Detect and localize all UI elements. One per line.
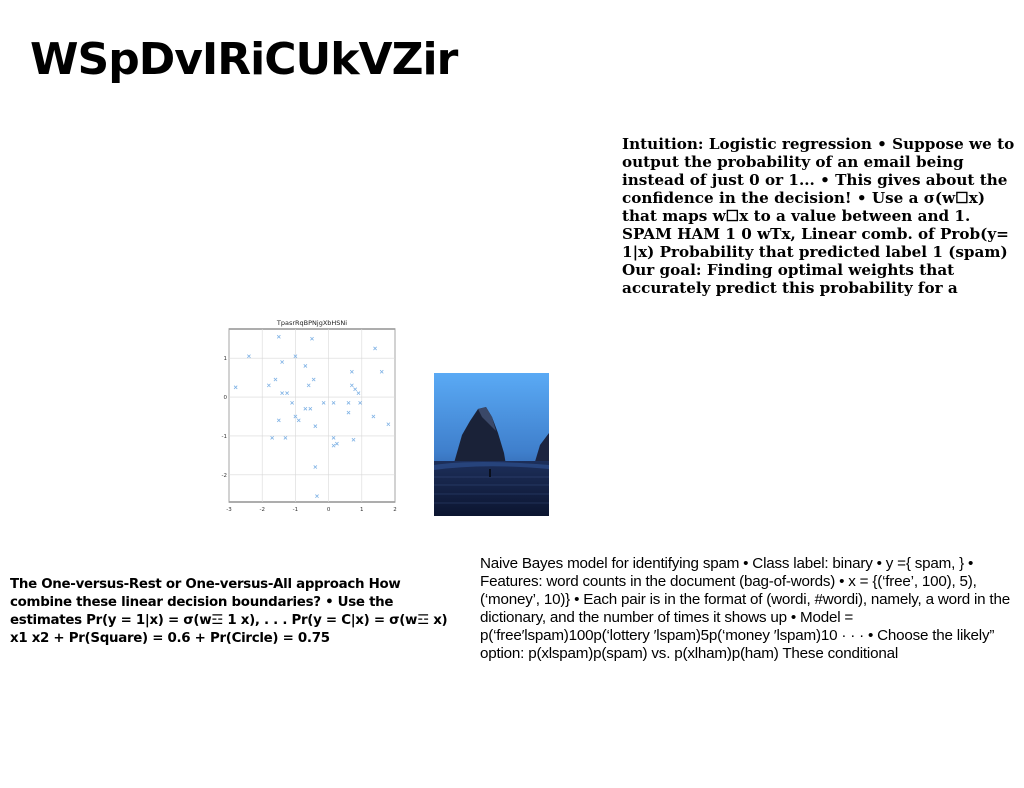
x-tick-label: 1 xyxy=(360,507,364,513)
y-tick-label: 1 xyxy=(224,356,228,362)
chart-title: TpasrRqBPNjgXbHSNi xyxy=(276,319,347,327)
x-tick-label: -1 xyxy=(293,507,298,513)
page-title: WSpDvIRiCUkVZir xyxy=(30,34,458,85)
plot-area xyxy=(228,328,396,503)
one-vs-rest-text: The One-versus-Rest or One-versus-All ap… xyxy=(10,577,448,646)
x-tick-label: 2 xyxy=(393,507,397,513)
logistic-regression-text: Intuition: Logistic regression • Suppose… xyxy=(622,135,1015,297)
y-tick-label: -2 xyxy=(222,473,227,479)
scatter-chart: TpasrRqBPNjgXbHSNi -3 -2 -1 0 1 2 1 0 -1 -2 xyxy=(222,319,397,513)
y-tick-label: -1 xyxy=(222,434,227,440)
y-tick-label: 0 xyxy=(224,395,228,401)
naive-bayes-text: Naive Bayes model for identifying spam •… xyxy=(480,555,1010,662)
x-tick-label: 0 xyxy=(327,507,331,513)
x-tick-label: -2 xyxy=(259,507,264,513)
mountain-photo xyxy=(434,373,549,516)
x-tick-label: -3 xyxy=(226,507,232,513)
